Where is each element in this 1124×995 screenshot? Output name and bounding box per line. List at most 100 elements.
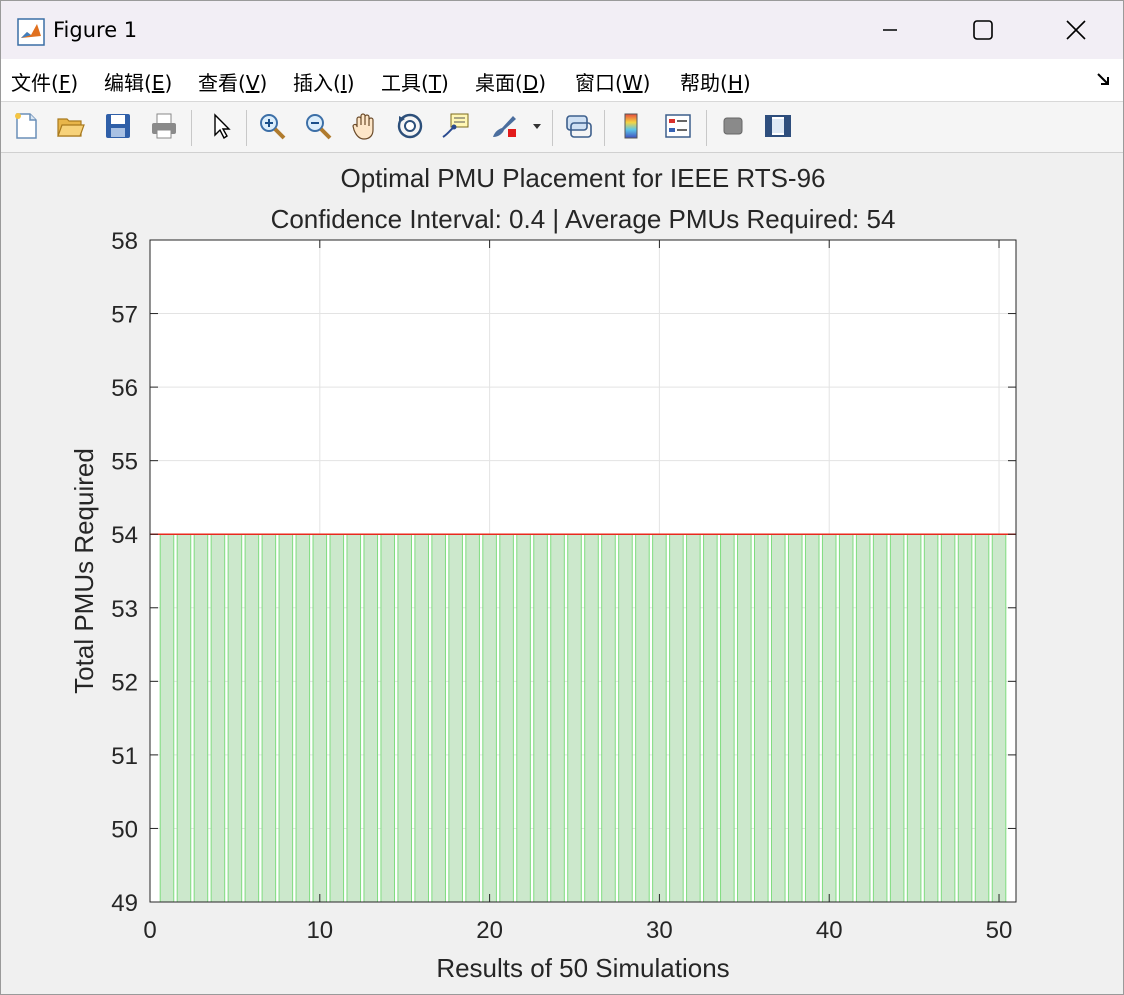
- save-icon[interactable]: [101, 109, 135, 143]
- bar: [804, 533, 820, 903]
- maximize-button[interactable]: [937, 1, 1029, 59]
- bar: [482, 533, 497, 903]
- bar: [346, 533, 362, 903]
- chart-subtitle: Confidence Interval: 0.4 | Average PMUs …: [271, 204, 896, 234]
- bar: [329, 533, 345, 903]
- bar: [380, 533, 396, 903]
- bar: [855, 533, 871, 903]
- menu-edit[interactable]: 编辑(E): [104, 67, 172, 96]
- figure-toolbar: [1, 102, 1123, 153]
- bar: [584, 533, 599, 903]
- open-file-icon[interactable]: [53, 109, 87, 143]
- link-plot-icon[interactable]: [561, 109, 595, 143]
- print-icon[interactable]: [147, 109, 181, 143]
- menu-help[interactable]: 帮助(H): [680, 67, 751, 96]
- menu-desktop[interactable]: 桌面(D): [475, 67, 546, 96]
- hide-plot-tools-icon[interactable]: [716, 109, 750, 143]
- y-tick-label: 56: [111, 375, 138, 402]
- x-tick-label: 40: [816, 917, 843, 944]
- close-icon: [1066, 20, 1086, 40]
- x-tick-label: 0: [143, 917, 156, 944]
- bar: [312, 533, 328, 903]
- data-tips-icon[interactable]: [439, 109, 473, 143]
- bar: [838, 533, 854, 903]
- bar: [278, 533, 294, 903]
- bar: [787, 533, 803, 903]
- chevron-down-icon[interactable]: [527, 109, 547, 143]
- bar: [499, 533, 514, 903]
- bar: [414, 533, 429, 903]
- brush-icon[interactable]: [487, 109, 521, 143]
- bar: [923, 533, 939, 903]
- x-tick-label: 50: [986, 917, 1013, 944]
- minimize-button[interactable]: [844, 1, 936, 59]
- title-bar: Figure 1: [1, 1, 1123, 59]
- maximize-icon: [973, 20, 993, 40]
- y-tick-label: 49: [111, 890, 138, 917]
- bar: [465, 533, 480, 903]
- bar: [720, 533, 735, 903]
- colorbar-icon[interactable]: [614, 109, 648, 143]
- select-arrow-icon[interactable]: [204, 109, 238, 143]
- toolbar-separator: [191, 110, 192, 146]
- bar: [397, 533, 412, 903]
- y-tick-label: 58: [111, 228, 138, 255]
- menu-window[interactable]: 窗口(W): [575, 67, 650, 96]
- y-tick-label: 51: [111, 743, 138, 770]
- menu-view[interactable]: 查看(V): [198, 67, 267, 96]
- bar: [261, 533, 277, 903]
- y-tick-label: 53: [111, 596, 138, 623]
- x-axis-label: Results of 50 Simulations: [436, 953, 729, 983]
- window-title: Figure 1: [53, 18, 138, 42]
- bar: [516, 533, 531, 903]
- y-tick-label: 54: [111, 522, 138, 549]
- bar: [770, 533, 786, 903]
- y-tick-label: 52: [111, 669, 138, 696]
- bar: [906, 533, 922, 903]
- bar: [295, 533, 311, 903]
- bar: [940, 533, 956, 903]
- x-tick-label: 10: [306, 917, 333, 944]
- bar: [567, 533, 582, 903]
- bar: [889, 533, 905, 903]
- chart-title: Optimal PMU Placement for IEEE RTS-96: [340, 163, 825, 193]
- bar: [159, 533, 175, 903]
- y-tick-label: 55: [111, 449, 138, 476]
- x-tick-label: 30: [646, 917, 673, 944]
- menu-insert[interactable]: 插入(I): [293, 67, 355, 96]
- figure-window: Figure 1 文件(F) 编辑(E) 查看(V) 插入(I) 工具(T) 桌…: [0, 0, 1124, 995]
- menu-bar: 文件(F) 编辑(E) 查看(V) 插入(I) 工具(T) 桌面(D) 窗口(W…: [1, 59, 1123, 102]
- plot-area: 0 10 20 30 40 50 49 50 51 52 53 54 55 56 57 58: [111, 228, 1017, 944]
- expand-toolbar-icon[interactable]: [1095, 71, 1111, 87]
- show-plot-tools-icon[interactable]: [761, 109, 795, 143]
- x-tick-label: 20: [476, 917, 503, 944]
- bar-chart[interactable]: Optimal PMU Placement for IEEE RTS-96 Co…: [1, 153, 1123, 994]
- close-button[interactable]: [1030, 1, 1122, 59]
- menu-tools[interactable]: 工具(T): [381, 67, 449, 96]
- y-tick-label: 50: [111, 816, 138, 843]
- new-figure-icon[interactable]: [9, 109, 43, 143]
- menu-file[interactable]: 文件(F): [11, 67, 78, 96]
- bar: [957, 533, 973, 903]
- bar: [872, 533, 888, 903]
- bar: [193, 533, 209, 903]
- bar: [652, 533, 667, 903]
- zoom-in-icon[interactable]: [255, 109, 289, 143]
- bar: [431, 533, 446, 903]
- rotate-3d-icon[interactable]: [393, 109, 427, 143]
- toolbar-separator: [246, 110, 247, 146]
- figure-canvas: Optimal PMU Placement for IEEE RTS-96 Co…: [1, 153, 1123, 994]
- bar: [210, 533, 226, 903]
- bar: [974, 533, 990, 903]
- bar: [754, 533, 769, 903]
- zoom-out-icon[interactable]: [301, 109, 335, 143]
- toolbar-separator: [552, 110, 553, 146]
- y-tick-label: 57: [111, 302, 138, 329]
- legend-icon[interactable]: [661, 109, 695, 143]
- bar: [244, 533, 260, 903]
- bar: [635, 533, 650, 903]
- toolbar-separator: [604, 110, 605, 146]
- pan-hand-icon[interactable]: [347, 109, 381, 143]
- bar: [669, 533, 684, 903]
- bar: [363, 533, 379, 903]
